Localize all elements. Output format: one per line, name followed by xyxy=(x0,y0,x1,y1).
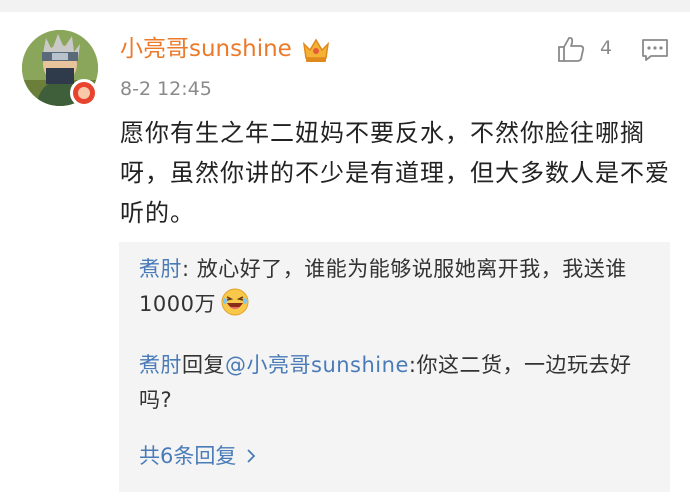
top-divider xyxy=(0,0,690,12)
reply-item[interactable]: 煮肘回复@小亮哥sunshine:你这二货，一边玩去好吗? xyxy=(139,348,659,418)
reply-item[interactable]: 煮肘: 放心好了，谁能为能够说服她离开我，我送谁1000万 xyxy=(139,252,649,322)
comment-text: 愿你有生之年二妞妈不要反水，不然你脸往哪搁呀，虽然你讲的不少是有道理，但大多数人… xyxy=(120,119,670,227)
reply-mention[interactable]: @小亮哥sunshine xyxy=(225,353,409,377)
reply-author[interactable]: 煮肘 xyxy=(139,257,182,281)
reply-word: 回复 xyxy=(182,353,225,377)
verified-badge-icon xyxy=(70,79,98,107)
reply-author[interactable]: 煮肘 xyxy=(139,353,182,377)
like-icon[interactable] xyxy=(556,34,586,64)
chevron-right-icon xyxy=(247,449,256,463)
more-replies-label: 共6条回复 xyxy=(139,444,237,468)
comment-timestamp: 8-2 12:45 xyxy=(120,78,212,100)
laughing-emoji-icon xyxy=(221,288,249,316)
reply-text: 放心好了，谁能为能够说服她离开我，我送谁1000万 xyxy=(139,257,627,316)
crown-icon xyxy=(302,38,330,62)
like-count: 4 xyxy=(600,37,613,59)
reply-separator: : xyxy=(182,257,197,281)
comment-icon[interactable] xyxy=(641,38,669,62)
more-replies-link[interactable]: 共6条回复 xyxy=(139,441,256,471)
comment-username[interactable]: 小亮哥sunshine xyxy=(120,34,292,64)
